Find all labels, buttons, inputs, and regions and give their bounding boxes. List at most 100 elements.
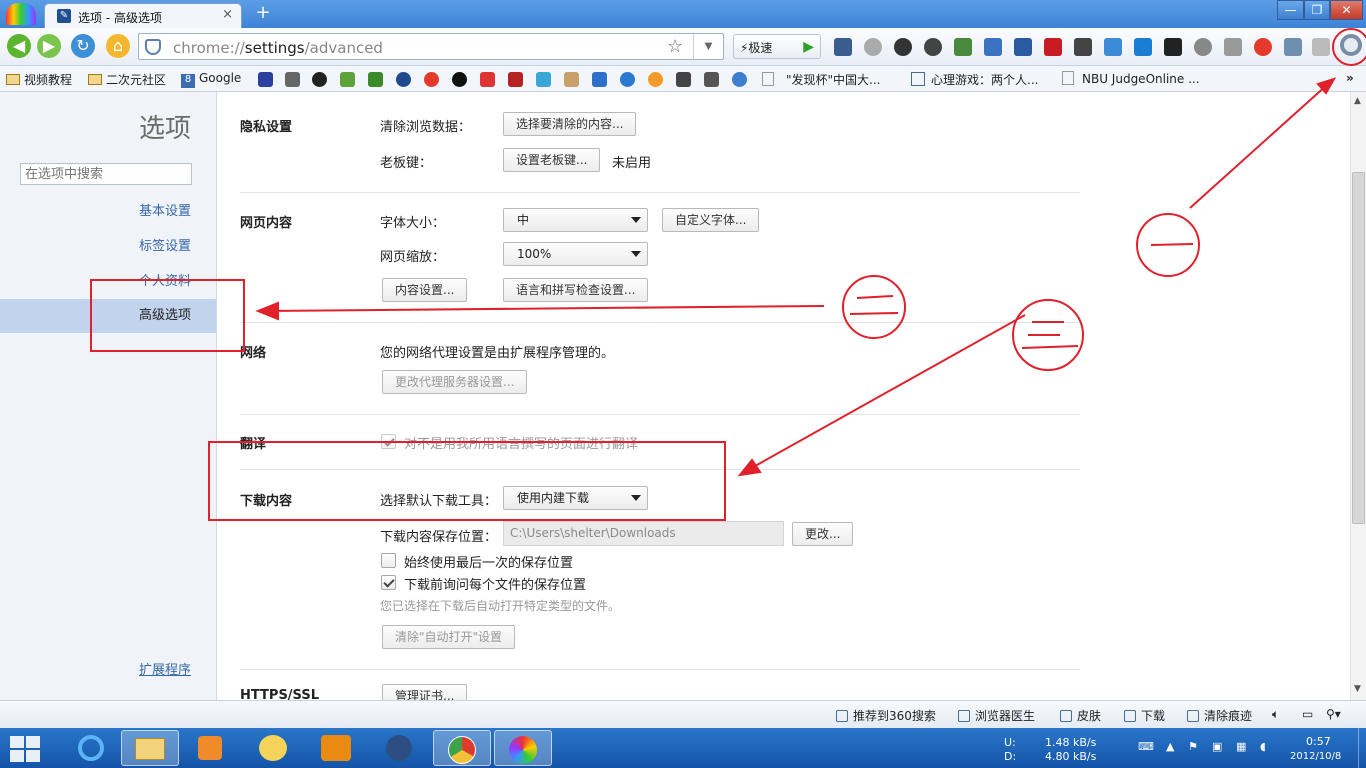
restore-button[interactable]: ❐ bbox=[1304, 0, 1330, 20]
new-tab-button[interactable]: + bbox=[253, 4, 273, 22]
language-settings-button[interactable]: 语言和拼写检查设置... bbox=[503, 278, 649, 302]
address-dropdown-icon[interactable]: ▼ bbox=[693, 34, 723, 59]
weibo-icon[interactable] bbox=[1254, 38, 1272, 56]
change-location-button[interactable]: 更改... bbox=[792, 522, 854, 546]
skin-button[interactable]: 皮肤 bbox=[1060, 707, 1101, 724]
power-icon[interactable] bbox=[894, 38, 912, 56]
dictionary-icon[interactable] bbox=[1104, 38, 1122, 56]
avatar-bookmark-icon[interactable] bbox=[564, 72, 579, 87]
download-location-field[interactable]: C:\Users\shelter\Downloads bbox=[503, 521, 784, 546]
settings-gear-icon[interactable] bbox=[1340, 34, 1362, 56]
downloads-button[interactable]: 下载 bbox=[1124, 707, 1165, 724]
screenshot-icon[interactable] bbox=[984, 38, 1002, 56]
back-arrow-icon[interactable]: ◀ bbox=[7, 34, 31, 58]
clock-time[interactable]: 0:57 bbox=[1306, 735, 1331, 748]
download-ext-icon[interactable] bbox=[1134, 38, 1152, 56]
evernote-icon[interactable] bbox=[1074, 38, 1092, 56]
mail-icon[interactable] bbox=[1224, 38, 1242, 56]
play-bookmark-icon[interactable] bbox=[620, 72, 635, 87]
fullscreen-icon[interactable]: ▭ bbox=[1302, 707, 1313, 721]
ask-each-file-checkbox[interactable] bbox=[381, 575, 396, 590]
five-icon[interactable] bbox=[592, 72, 607, 87]
forward-arrow-icon[interactable]: ▶ bbox=[37, 34, 61, 58]
flag-icon[interactable]: ⚑ bbox=[1188, 740, 1198, 753]
smile-icon[interactable] bbox=[648, 72, 663, 87]
media-player-icon[interactable] bbox=[181, 730, 239, 766]
scroll-down-icon[interactable]: ▼ bbox=[1354, 684, 1361, 694]
clock-date[interactable]: 2012/10/8 bbox=[1290, 751, 1341, 762]
device-icon[interactable]: ▣ bbox=[1212, 740, 1222, 753]
bookmark-star-icon[interactable]: ☆ bbox=[667, 36, 683, 57]
extensions-link[interactable]: 扩展程序 bbox=[139, 659, 191, 678]
show-hidden-icons[interactable]: ▲ bbox=[1166, 740, 1174, 753]
address-url[interactable]: chrome://settings/advanced bbox=[173, 39, 383, 57]
tab-settings[interactable]: ✎ 选项 - 高级选项 × bbox=[44, 3, 242, 28]
always-last-location-checkbox[interactable] bbox=[381, 553, 396, 568]
green-ext-icon[interactable] bbox=[368, 72, 383, 87]
pdf-icon[interactable] bbox=[508, 72, 523, 87]
sidebar-item-tabs[interactable]: 标签设置 bbox=[0, 230, 216, 264]
content-settings-button[interactable]: 内容设置... bbox=[382, 278, 468, 302]
keyboard-icon[interactable]: ⌨ bbox=[1138, 740, 1154, 753]
clear-data-button[interactable]: 选择要清除的内容... bbox=[503, 112, 637, 136]
boss-key-button[interactable]: 设置老板键... bbox=[503, 148, 601, 172]
network-icon[interactable]: ▦ bbox=[1236, 740, 1246, 753]
recommend-360-button[interactable]: 推荐到360搜索 bbox=[836, 707, 936, 724]
red-bookmark-icon[interactable] bbox=[480, 72, 495, 87]
sidebar-item-advanced[interactable]: 高级选项 bbox=[0, 299, 216, 333]
browser-doctor-button[interactable]: 浏览器医生 bbox=[958, 707, 1035, 724]
font-size-select[interactable]: 中 bbox=[503, 208, 648, 232]
dn-icon[interactable] bbox=[312, 72, 327, 87]
weibo-bookmark-icon[interactable] bbox=[424, 72, 439, 87]
sidebar-item-profile[interactable]: 个人资料 bbox=[0, 265, 216, 299]
download-tool-select[interactable]: 使用内建下载 bbox=[503, 486, 648, 510]
clock-icon[interactable] bbox=[924, 38, 942, 56]
browser-logo-icon[interactable] bbox=[6, 3, 36, 25]
scroll-up-icon[interactable]: ▲ bbox=[1354, 96, 1361, 106]
paint-icon[interactable] bbox=[244, 730, 302, 766]
leaf-icon[interactable] bbox=[340, 72, 355, 87]
globe-app-icon[interactable] bbox=[370, 730, 428, 766]
vertical-scrollbar[interactable]: ▲ ▼ bbox=[1350, 92, 1366, 700]
q-icon[interactable] bbox=[452, 72, 467, 87]
globe-ext-icon[interactable] bbox=[1194, 38, 1212, 56]
extension-stack-icon[interactable] bbox=[954, 38, 972, 56]
refresh-icon[interactable]: ↻ bbox=[71, 34, 95, 58]
chrome-icon[interactable] bbox=[433, 730, 491, 766]
clear-auto-open-button[interactable]: 清除"自动打开"设置 bbox=[382, 625, 516, 649]
file-explorer-icon[interactable] bbox=[121, 730, 179, 766]
gmail-icon[interactable] bbox=[1312, 38, 1330, 56]
windows-start-icon[interactable] bbox=[10, 736, 40, 762]
translate-ext-icon[interactable] bbox=[1014, 38, 1032, 56]
magnifier-icon[interactable] bbox=[864, 38, 882, 56]
minimize-button[interactable]: — bbox=[1277, 0, 1304, 20]
tab-close-button[interactable]: × bbox=[222, 7, 233, 22]
home-icon[interactable]: ⌂ bbox=[106, 34, 130, 58]
zoom-select[interactable]: 100% bbox=[503, 242, 648, 266]
color-wheel-app-icon[interactable] bbox=[494, 730, 552, 766]
clear-traces-button[interactable]: 清除痕迹 bbox=[1187, 707, 1252, 724]
blue-ball-icon[interactable] bbox=[732, 72, 747, 87]
volume-icon[interactable]: 🔈︎ bbox=[1272, 707, 1279, 722]
s-ext-icon[interactable] bbox=[1164, 38, 1182, 56]
show-desktop-button[interactable] bbox=[1358, 728, 1366, 768]
volume-tray-icon[interactable]: ◖ bbox=[1260, 740, 1266, 753]
speed-mode-button[interactable]: ⚡极速 ▶ bbox=[733, 34, 821, 59]
bookmark-psych-game[interactable]: 心理游戏：两个人... bbox=[911, 71, 1038, 88]
more-bookmarks-icon[interactable]: » bbox=[1346, 71, 1354, 85]
wifi-ext-icon[interactable] bbox=[1284, 38, 1302, 56]
bookmark-nbu-judge[interactable]: NBU JudgeOnline ... bbox=[1062, 71, 1200, 86]
bookmark-contest[interactable]: "发现杯"中国大... bbox=[762, 71, 880, 88]
music-app-icon[interactable] bbox=[307, 730, 365, 766]
bookmark-acg-community[interactable]: 二次元社区 bbox=[88, 71, 166, 88]
tiger-icon[interactable] bbox=[676, 72, 691, 87]
zoom-search-icon[interactable]: ⚲▾ bbox=[1326, 707, 1341, 721]
red-ext-icon[interactable] bbox=[1044, 38, 1062, 56]
ie-icon[interactable] bbox=[62, 730, 120, 766]
baidu-paw-icon[interactable] bbox=[258, 72, 273, 87]
custom-font-button[interactable]: 自定义字体... bbox=[662, 208, 760, 232]
robot-icon[interactable] bbox=[285, 72, 300, 87]
settings-search-input[interactable] bbox=[20, 163, 192, 185]
close-window-button[interactable]: ✕ bbox=[1330, 0, 1363, 20]
translate-checkbox[interactable] bbox=[381, 434, 396, 449]
